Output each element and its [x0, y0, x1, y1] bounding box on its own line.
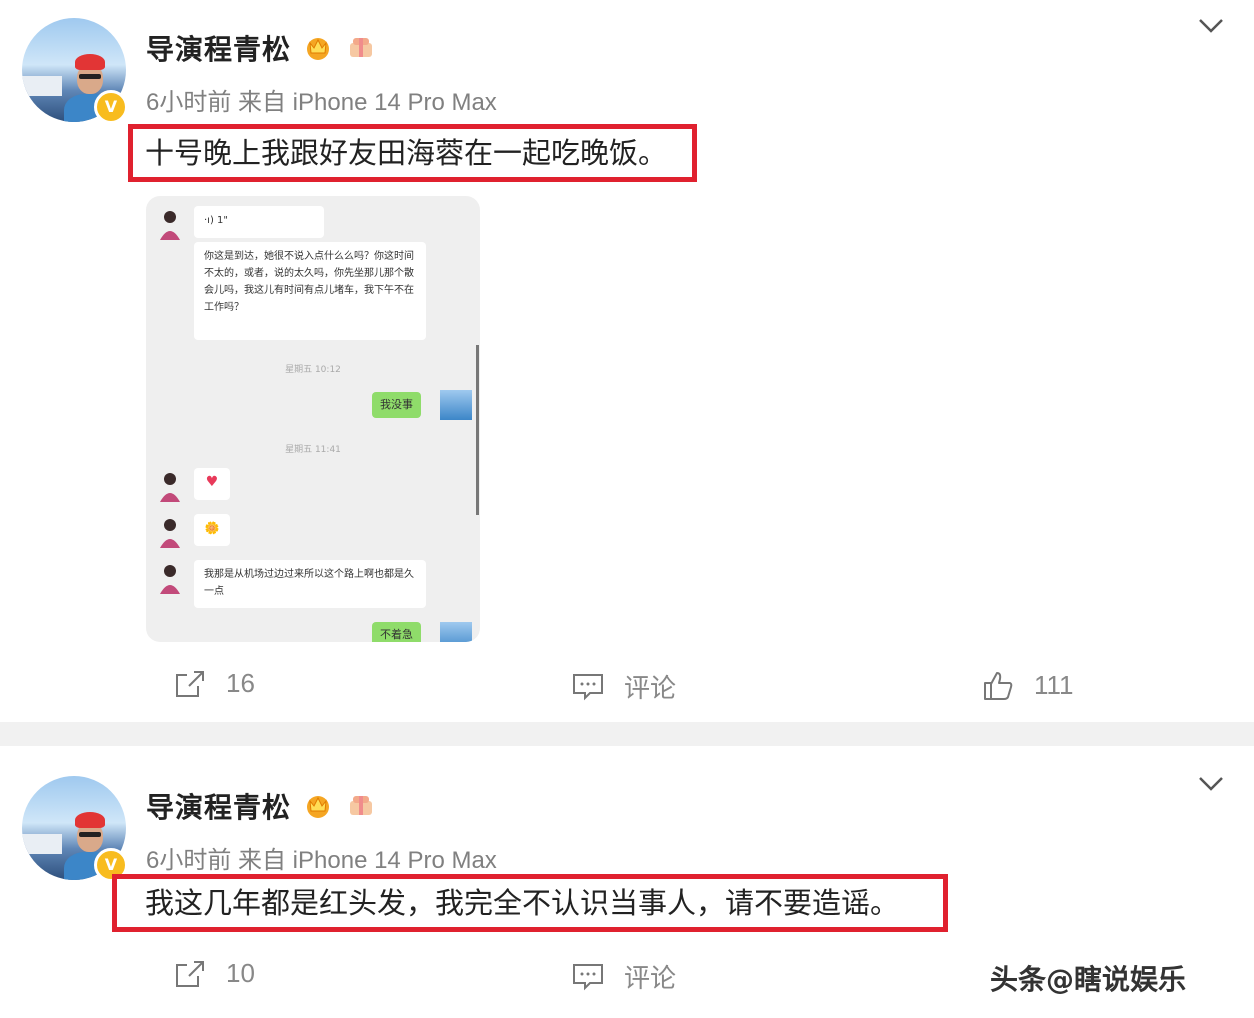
repost-button[interactable]: 16 — [174, 668, 255, 699]
chevron-down-icon[interactable] — [1198, 18, 1224, 34]
comment-button[interactable]: 评论 — [572, 668, 676, 705]
image-scrollbar — [476, 345, 479, 515]
contact-avatar — [160, 473, 180, 502]
repost-button[interactable]: 10 — [174, 958, 255, 989]
repost-count: 10 — [226, 958, 255, 988]
chat-timestamp: 星期五 11:41 — [285, 445, 341, 455]
gift-badge-icon — [350, 796, 372, 815]
crown-badge-icon — [307, 38, 329, 60]
chat-message-received: 你这是到达，她很不说入点什么么吗？你这时间不太的，或者，说的太久吗，你先坐那儿那… — [194, 242, 426, 340]
username[interactable]: 导演程青松 — [146, 786, 291, 826]
comment-icon — [573, 963, 603, 990]
comment-icon — [573, 673, 603, 700]
like-count: 111 — [1034, 670, 1074, 700]
chat-message-sent: 我没事 — [372, 392, 421, 418]
gift-badge-icon — [350, 38, 372, 57]
post-meta: 6小时前 来自 iPhone 14 Pro Max — [146, 847, 497, 874]
comment-label: 评论 — [624, 963, 677, 993]
post-separator — [0, 722, 1254, 746]
post-text: 我这几年都是红头发，我完全不认识当事人，请不要造谣。 — [112, 874, 948, 932]
chat-timestamp: 星期五 10:12 — [285, 365, 341, 375]
weibo-post-1: V 导演程青松 6小时前 来自 iPhone 14 Pro Max 十号晚上我跟… — [0, 0, 1254, 722]
flower-sticker-bubble: 🌼 — [194, 514, 230, 546]
verified-badge: V — [94, 90, 128, 124]
chevron-down-icon[interactable] — [1198, 776, 1224, 792]
self-avatar — [440, 622, 472, 642]
contact-avatar — [160, 565, 180, 594]
post-meta: 6小时前 来自 iPhone 14 Pro Max — [146, 89, 497, 116]
self-avatar — [440, 390, 472, 420]
repost-icon — [176, 670, 204, 697]
chat-message-sent: 不着急 — [372, 622, 421, 642]
chat-message-received: 我那是从机场过边过来所以这个路上啊也都是久一点 — [194, 560, 426, 608]
crown-badge-icon — [307, 796, 329, 818]
watermark: 头条@瞎说娱乐 — [990, 963, 1187, 996]
heart-sticker-bubble: ♥ — [194, 468, 230, 500]
contact-avatar — [160, 211, 180, 240]
like-button[interactable]: 111 — [982, 670, 1074, 701]
username[interactable]: 导演程青松 — [146, 28, 291, 68]
repost-count: 16 — [226, 668, 255, 698]
voice-message-bubble[interactable]: ·ı) 1" — [194, 206, 324, 238]
post-text: 十号晚上我跟好友田海蓉在一起吃晚饭。 — [128, 124, 697, 182]
contact-avatar — [160, 519, 180, 548]
like-icon — [984, 671, 1013, 700]
comment-label: 评论 — [624, 673, 677, 703]
chat-screenshot-image[interactable]: ·ı) 1" 你这是到达，她很不说入点什么么吗？你这时间不太的，或者，说的太久吗… — [146, 196, 480, 642]
comment-button[interactable]: 评论 — [572, 958, 676, 995]
repost-icon — [176, 960, 204, 987]
